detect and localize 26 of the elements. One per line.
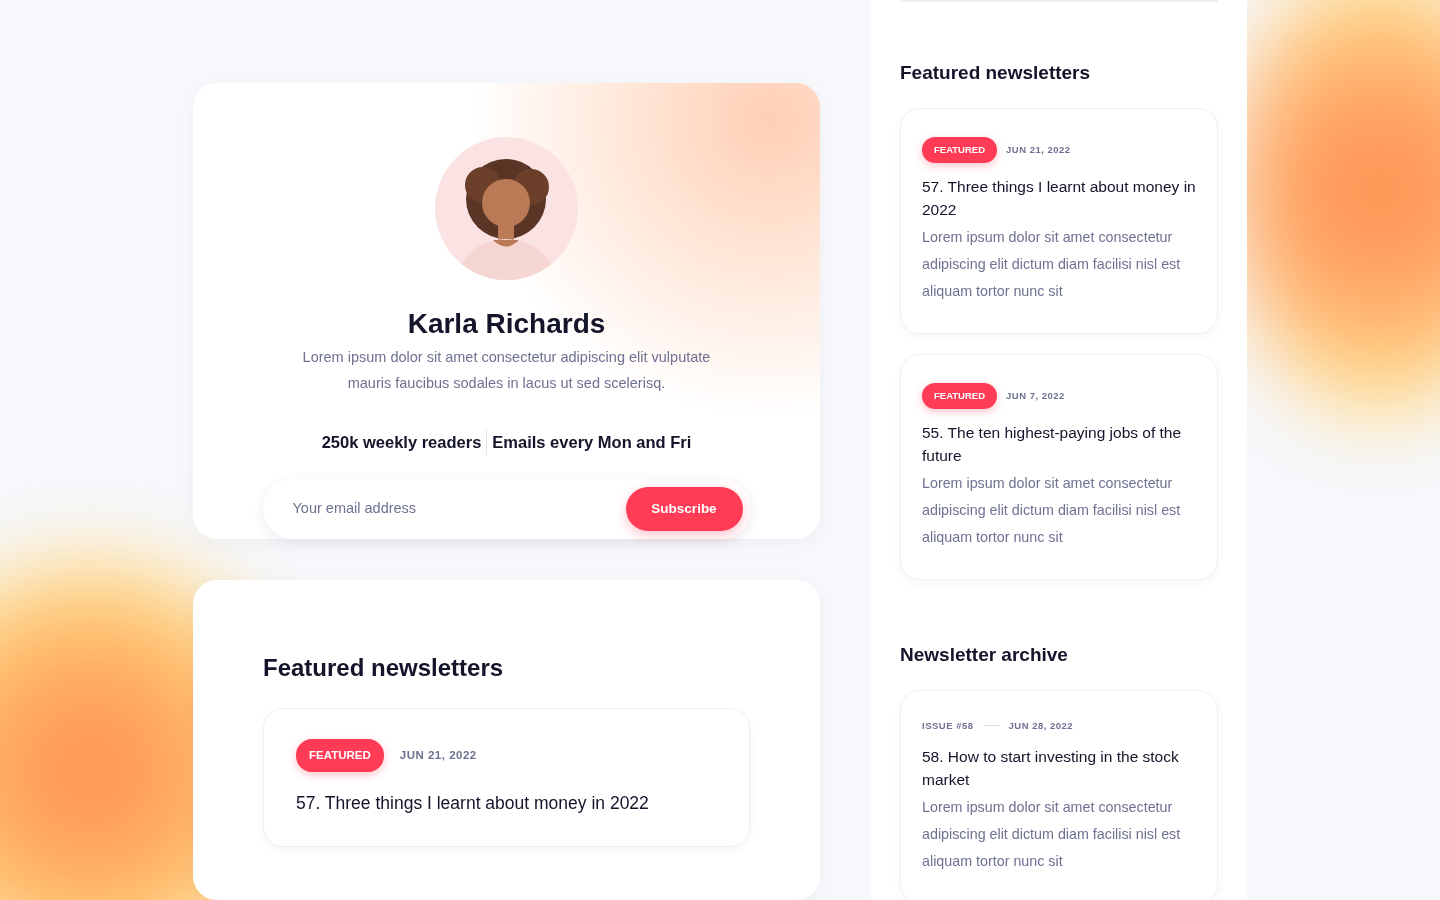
issue-number: ISSUE #58: [922, 718, 974, 733]
featured-badge: FEATURED: [922, 136, 998, 163]
post-title: 57. Three things I learnt about money in 2022: [296, 792, 650, 815]
post-date: JUN 21, 2022: [1006, 142, 1071, 157]
section-heading: Featured newsletters: [263, 652, 505, 683]
stat-text: 250k weekly readers: [321, 432, 482, 453]
post-excerpt: Lorem ipsum dolor sit amet consectetur adipiscing elit dictum diam facilisi nisl est aliquam tortor nunc sit: [922, 797, 1182, 871]
post-card[interactable]: ISSUE #58 JUN 28, 2022 58. How to start investing in the stock market Lorem ipsum dolor sit amet consectetur adipiscing elit dictum diam facilisi nisl est aliquam tortor nunc sit: [900, 689, 1218, 900]
section-heading: Newsletter archive: [900, 643, 1069, 667]
featured-badge: FEATURED: [296, 738, 384, 772]
post-title: 57. Three things I learnt about money in 2022: [922, 176, 1196, 220]
post-title: 58. How to start investing in the stock market: [922, 746, 1180, 790]
post-card[interactable]: FEATURED JUN 7, 2022 55. The ten highest-paying jobs of the future Lorem ipsum dolor sit amet consectetur adipiscing elit dictum diam facilisi nisl est aliquam tortor nunc sit: [900, 353, 1218, 580]
post-date: JUN 21, 2022: [399, 747, 477, 763]
post-date: JUN 7, 2022: [1006, 388, 1065, 403]
section-heading: Featured newsletters: [900, 61, 1092, 85]
post-date: JUN 28, 2022: [1008, 718, 1074, 733]
post-excerpt: Lorem ipsum dolor sit amet consectetur adipiscing elit dictum diam facilisi nisl est aliquam tortor nunc sit: [922, 227, 1182, 301]
post-card[interactable]: FEATURED JUN 21, 2022 57. Three things I learnt about money in 2022: [263, 707, 750, 848]
post-excerpt: Lorem ipsum dolor sit amet consectetur adipiscing elit dictum diam facilisi nisl est aliquam tortor nunc sit: [922, 474, 1182, 547]
stat-text: Emails every Mon and Fri: [492, 432, 692, 453]
featured-badge: FEATURED: [922, 382, 998, 409]
profile-name: Karla Richards: [407, 307, 606, 341]
profile-bio: Lorem ipsum dolor sit amet consectetur adipiscing elit vulputate mauris faucibus sodales in lacus ut sed scelerisq.: [301, 348, 712, 393]
post-title: 55. The ten highest-paying jobs of the future: [922, 423, 1183, 466]
post-card[interactable]: FEATURED JUN 21, 2022 57. Three things I learnt about money in 2022 Lorem ipsum dolor sit amet consectetur adipiscing elit dictum diam facilisi nisl est aliquam tortor nunc sit: [900, 107, 1218, 334]
